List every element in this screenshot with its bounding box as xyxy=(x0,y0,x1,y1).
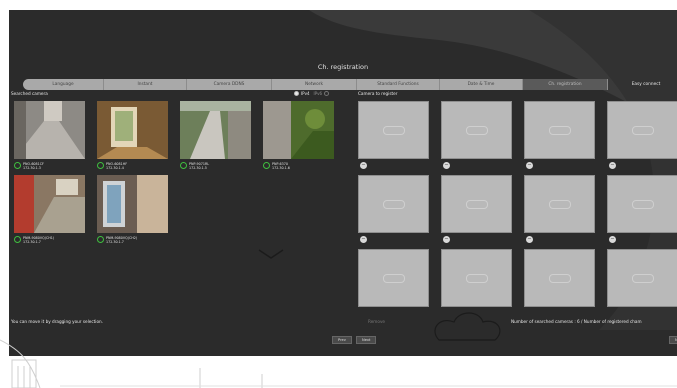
searched-camera-1[interactable]: PNO-6081CF 172.30.1.3 xyxy=(14,101,85,170)
register-slot-1[interactable] xyxy=(358,101,429,159)
empty-slot-icon xyxy=(548,273,571,283)
drag-hint: You can move it by dragging your selecti… xyxy=(11,319,103,324)
background-city-lineart xyxy=(0,339,677,388)
camera-thumbnail xyxy=(97,101,168,159)
radio-ipv4[interactable]: IPv4 xyxy=(294,91,310,96)
register-slot-8[interactable] xyxy=(607,175,677,233)
empty-slot-icon xyxy=(631,199,654,209)
camera-count-text: Number of searched cameras : 6 / Number … xyxy=(511,319,642,324)
searched-camera-6[interactable]: PNM-9080VQ(CH2) 172.30.1.7 xyxy=(97,175,168,244)
searched-camera-5[interactable]: PNM-9080VQ(CH1) 172.30.1.7 xyxy=(14,175,85,244)
connection-status-icon xyxy=(14,162,21,169)
page-title: Ch. registration xyxy=(317,63,369,71)
camera-thumbnail xyxy=(97,175,168,233)
remove-slot-1-button[interactable]: − xyxy=(360,162,367,169)
tab-easy-connect[interactable]: Easy connect xyxy=(608,79,677,90)
tab-label: Network xyxy=(305,82,323,87)
empty-slot-icon xyxy=(382,273,405,283)
searched-camera-label: Searched camera xyxy=(11,91,48,96)
tab-label: Ch. registration xyxy=(548,82,582,87)
connection-status-icon xyxy=(263,162,270,169)
register-slot-3[interactable] xyxy=(524,101,595,159)
radio-label: IPv6 xyxy=(313,91,323,96)
tab-label: Instant xyxy=(137,82,153,87)
register-slot-6[interactable] xyxy=(441,175,512,233)
empty-slot-icon xyxy=(465,199,488,209)
tab-label: Standard Functions xyxy=(377,82,419,87)
tab-date-time[interactable]: Date & Time xyxy=(440,79,523,90)
tab-label: Language xyxy=(52,82,74,87)
camera-ip: 172.30.1.4 xyxy=(106,166,124,170)
camera-ip: 172.30.1.6 xyxy=(272,166,290,170)
empty-slot-icon xyxy=(548,125,571,135)
remove-slot-7-button[interactable]: − xyxy=(526,236,533,243)
register-slot-5[interactable] xyxy=(358,175,429,233)
register-slot-10[interactable] xyxy=(441,249,512,307)
register-slot-2[interactable] xyxy=(441,101,512,159)
remove-slot-3-button[interactable]: − xyxy=(526,162,533,169)
register-slot-9[interactable] xyxy=(358,249,429,307)
register-slot-7[interactable] xyxy=(524,175,595,233)
register-slot-11[interactable] xyxy=(524,249,595,307)
tab-ch-registration[interactable]: Ch. registration xyxy=(523,79,608,90)
connection-status-icon xyxy=(14,236,21,243)
camera-to-register-label: Camera to register xyxy=(358,91,398,96)
tab-instant[interactable]: Instant xyxy=(104,79,187,90)
radio-selected-icon xyxy=(294,91,299,96)
radio-ipv6[interactable]: IPv6 xyxy=(314,91,330,96)
tab-language[interactable]: Language xyxy=(23,79,104,90)
remove-slot-2-button[interactable]: − xyxy=(443,162,450,169)
ip-version-selector: IPv4 IPv6 xyxy=(294,91,330,96)
setup-panel: Ch. registration Language Instant Camera… xyxy=(9,10,677,356)
camera-thumbnail xyxy=(14,175,85,233)
camera-ip: 172.30.1.5 xyxy=(189,166,207,170)
remove-slot-4-button[interactable]: − xyxy=(609,162,616,169)
empty-slot-icon xyxy=(382,125,405,135)
connection-status-icon xyxy=(97,236,104,243)
searched-camera-4[interactable]: PNP-6370 172.30.1.6 xyxy=(263,101,334,170)
empty-slot-icon xyxy=(465,125,488,135)
radio-unselected-icon xyxy=(324,91,330,96)
register-slot-12[interactable] xyxy=(607,249,677,307)
connection-status-icon xyxy=(97,162,104,169)
camera-ip: 172.30.1.3 xyxy=(23,166,41,170)
tab-label: Camera DDNS xyxy=(213,82,245,87)
connection-status-icon xyxy=(180,162,187,169)
tab-network[interactable]: Network xyxy=(272,79,357,90)
remove-button[interactable]: Remove xyxy=(368,319,385,324)
empty-slot-icon xyxy=(465,273,488,283)
tab-label: Easy connect xyxy=(631,82,661,87)
searched-camera-2[interactable]: PNO-6081HF 172.30.1.4 xyxy=(97,101,168,170)
tab-label: Date & Time xyxy=(467,82,495,87)
camera-thumbnail xyxy=(180,101,251,159)
empty-slot-icon xyxy=(548,199,571,209)
remove-slot-8-button[interactable]: − xyxy=(609,236,616,243)
remove-slot-5-button[interactable]: − xyxy=(360,236,367,243)
tab-camera-ddns[interactable]: Camera DDNS xyxy=(187,79,272,90)
screen: Ch. registration Language Instant Camera… xyxy=(0,0,677,388)
searched-camera-3[interactable]: PNP-9071RL 172.30.1.5 xyxy=(180,101,251,170)
camera-ip: 172.30.1.7 xyxy=(106,240,124,244)
empty-slot-icon xyxy=(631,273,654,283)
empty-slot-icon xyxy=(382,199,405,209)
camera-thumbnail xyxy=(263,101,334,159)
tab-standard-functions[interactable]: Standard Functions xyxy=(357,79,440,90)
setup-tab-bar: Language Instant Camera DDNS Network Sta… xyxy=(23,79,677,90)
register-slot-4[interactable] xyxy=(607,101,677,159)
camera-ip: 172.30.1.7 xyxy=(23,240,41,244)
empty-slot-icon xyxy=(631,125,654,135)
remove-slot-6-button[interactable]: − xyxy=(443,236,450,243)
camera-thumbnail xyxy=(14,101,85,159)
radio-label: IPv4 xyxy=(301,91,310,96)
